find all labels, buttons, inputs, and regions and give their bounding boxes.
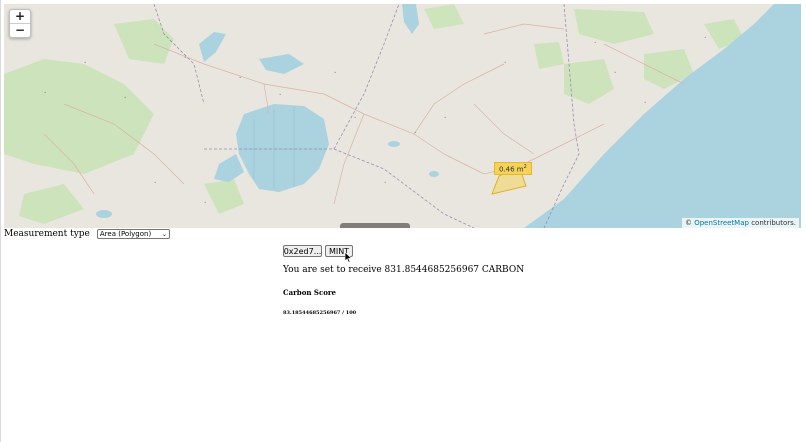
- svg-text:•: •: [184, 55, 186, 60]
- wallet-address-button[interactable]: 0x2ed7...: [283, 245, 322, 257]
- svg-text:•: •: [204, 200, 206, 205]
- mouse-cursor-icon: [345, 252, 353, 263]
- chevron-down-icon: ⌄: [161, 230, 167, 238]
- svg-text:•: •: [44, 90, 46, 95]
- svg-text:•: •: [154, 180, 156, 185]
- attribution-suffix: contributors.: [748, 219, 796, 227]
- carbon-score-heading: Carbon Score: [283, 288, 337, 297]
- svg-text:•: •: [334, 70, 336, 75]
- svg-text:•: •: [704, 35, 706, 40]
- svg-text:•: •: [504, 60, 506, 65]
- page-left-border: [0, 0, 1, 442]
- svg-text:•: •: [644, 100, 646, 105]
- area-unit-exponent: 2: [523, 164, 527, 170]
- carbon-score-value: 83.18544685256967 / 100: [283, 310, 357, 316]
- zoom-control: + −: [9, 9, 31, 38]
- svg-text:•: •: [124, 95, 126, 100]
- svg-text:•: •: [239, 75, 241, 80]
- svg-text:•: •: [384, 180, 386, 185]
- map-attribution: © OpenStreetMap contributors.: [681, 218, 799, 228]
- map-tooltip: [340, 223, 410, 228]
- svg-text:•: •: [279, 92, 281, 97]
- svg-text:•: •: [354, 115, 356, 120]
- svg-text:•: •: [84, 60, 86, 65]
- svg-text:•: •: [414, 130, 416, 135]
- zoom-in-button[interactable]: +: [10, 10, 30, 23]
- map-view[interactable]: • • • • • • • • • • • • • • • • • • + − 0.46 m2 © Op…: [4, 4, 801, 228]
- map-base-layer: • • • • • • • • • • • • • • • • • •: [4, 4, 801, 228]
- copyright-symbol: ©: [684, 219, 692, 227]
- zoom-out-button[interactable]: −: [10, 23, 30, 37]
- area-measurement-value: 0.46 m: [499, 165, 524, 174]
- svg-text:•: •: [444, 115, 446, 120]
- measurement-type-label: Measurement type: [4, 229, 90, 239]
- svg-text:•: •: [614, 70, 616, 75]
- svg-text:•: •: [594, 40, 596, 45]
- area-measurement-label: 0.46 m2: [494, 162, 532, 176]
- receive-amount-text: You are set to receive 831.8544685256967…: [283, 265, 525, 275]
- openstreetmap-link[interactable]: OpenStreetMap: [694, 219, 749, 227]
- measurement-type-select[interactable]: Area (Polygon) ⌄: [96, 229, 170, 239]
- measurement-type-row: Measurement type Area (Polygon) ⌄: [4, 228, 170, 240]
- measurement-type-selected: Area (Polygon): [99, 230, 152, 238]
